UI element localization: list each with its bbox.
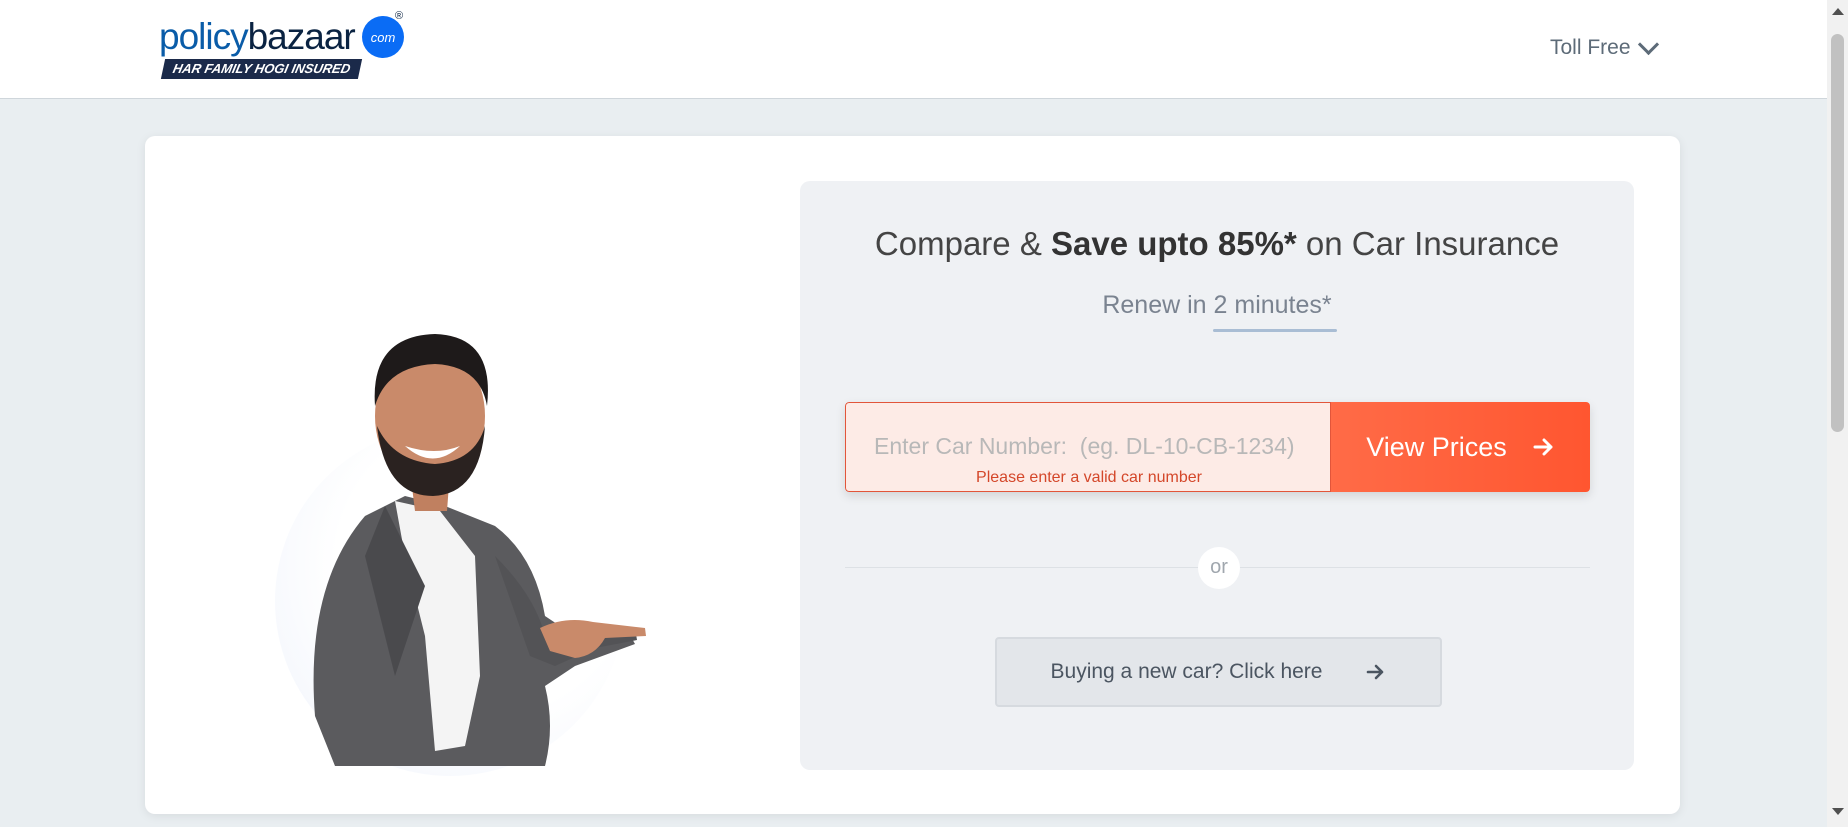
- chevron-down-icon: [1637, 33, 1659, 55]
- quote-panel: Compare & Save upto 85%* on Car Insuranc…: [800, 181, 1634, 770]
- hero-illustration: [275, 256, 665, 776]
- car-number-form: Please enter a valid car number View Pri…: [845, 402, 1590, 492]
- page-subheadline: Renew in 2 minutes*: [1102, 291, 1332, 319]
- scroll-down-arrow-icon[interactable]: [1832, 808, 1844, 815]
- subheadline-underline: [1213, 329, 1337, 332]
- main-card: Compare & Save upto 85%* on Car Insuranc…: [145, 136, 1680, 814]
- arrow-right-icon: [1367, 664, 1384, 680]
- logo-wordmark: policybazaar: [159, 16, 356, 57]
- presenter-pointing-image: [313, 334, 646, 766]
- arrow-right-icon: [1533, 438, 1553, 456]
- or-separator: or: [1198, 547, 1240, 589]
- toll-free-dropdown[interactable]: Toll Free: [1550, 33, 1659, 60]
- buy-new-car-label: Buying a new car? Click here: [1050, 660, 1323, 683]
- site-header: policybazaar com ® HAR FAMILY HOGI INSUR…: [0, 0, 1827, 99]
- car-number-input[interactable]: [872, 425, 1306, 467]
- view-prices-label: View Prices: [1366, 431, 1507, 462]
- view-prices-button[interactable]: View Prices: [1331, 402, 1590, 492]
- toll-free-label: Toll Free: [1550, 36, 1631, 59]
- scrollbar-thumb[interactable]: [1831, 34, 1844, 432]
- car-number-field[interactable]: Please enter a valid car number: [845, 402, 1331, 492]
- logo-tagline: HAR FAMILY HOGI INSURED: [160, 59, 363, 79]
- logo-registered-mark: ®: [395, 10, 404, 22]
- policybazaar-logo[interactable]: policybazaar com ® HAR FAMILY HOGI INSUR…: [159, 10, 409, 82]
- scroll-up-arrow-icon[interactable]: [1832, 8, 1844, 15]
- buy-new-car-button[interactable]: Buying a new car? Click here: [995, 637, 1442, 707]
- page-scrollbar[interactable]: [1827, 0, 1848, 827]
- car-number-error: Please enter a valid car number: [976, 469, 1202, 486]
- logo-com-badge: com: [362, 16, 404, 58]
- page-headline: Compare & Save upto 85%* on Car Insuranc…: [874, 225, 1560, 262]
